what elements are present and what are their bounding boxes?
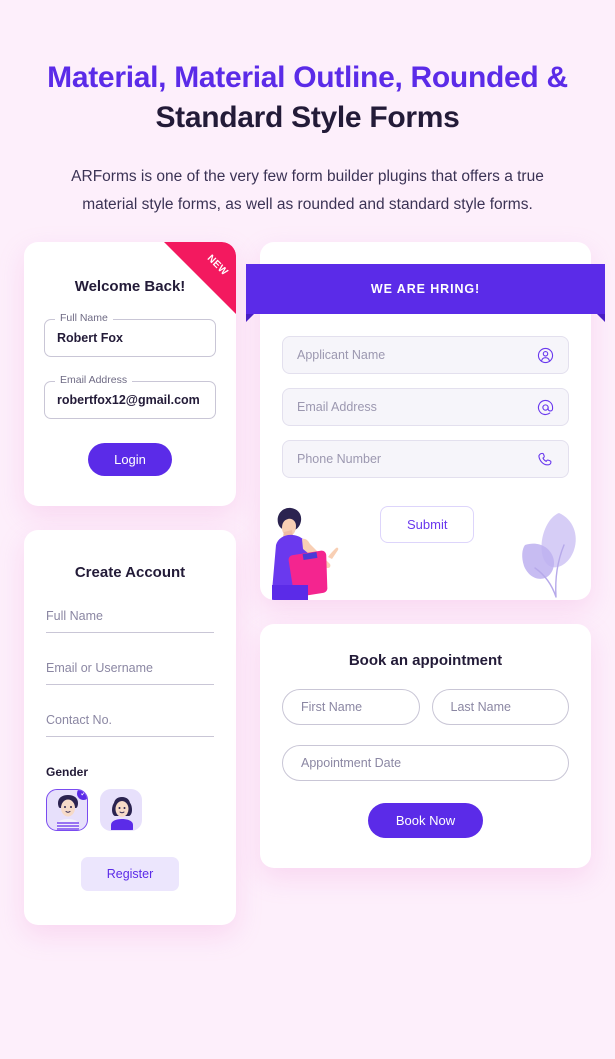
first-name-field[interactable]: First Name [282, 689, 420, 726]
register-fullname-placeholder: Full Name [46, 609, 103, 624]
register-contact-placeholder: Contact No. [46, 713, 113, 728]
applicant-name-field[interactable]: Applicant Name [282, 336, 569, 375]
cards-layout: NEW Welcome Back! Full Name Robert Fox E… [0, 218, 615, 926]
page-header: Material, Material Outline, Rounded & St… [0, 0, 615, 218]
gender-label: Gender [46, 765, 89, 780]
right-column: WE ARE HRING! Applicant Name Email Addre… [246, 242, 605, 869]
at-sign-icon [537, 399, 554, 416]
register-fullname-field[interactable]: Full Name [46, 607, 214, 634]
applicant-email-field[interactable]: Email Address [282, 388, 569, 427]
book-now-button[interactable]: Book Now [367, 803, 484, 839]
gender-options: ✓ [46, 789, 214, 832]
login-email-field[interactable]: Email Address robertfox12@gmail.com [44, 374, 216, 420]
login-fullname-field[interactable]: Full Name Robert Fox [44, 312, 216, 358]
hiring-banner: WE ARE HRING! [246, 264, 605, 323]
page-subtitle: ARForms is one of the very few form buil… [71, 168, 544, 213]
appointment-card: Book an appointment First Name Last Name… [260, 624, 591, 869]
left-column: NEW Welcome Back! Full Name Robert Fox E… [24, 242, 236, 926]
check-icon: ✓ [77, 790, 87, 801]
gender-option-male[interactable]: ✓ [46, 789, 88, 832]
first-name-placeholder: First Name [301, 700, 363, 715]
female-avatar-icon [111, 797, 133, 831]
register-email-field[interactable]: Email or Username [46, 659, 214, 686]
page-title-highlight-1: Material, Material Outline, [47, 61, 403, 94]
applicant-email-placeholder: Email Address [297, 400, 377, 415]
login-fullname-value: Robert Fox [57, 331, 123, 346]
appointment-date-placeholder: Appointment Date [301, 756, 402, 771]
appointment-date-field[interactable]: Appointment Date [282, 745, 569, 782]
login-email-label: Email Address [55, 374, 133, 387]
register-card: Create Account Full Name Email or Userna… [24, 530, 236, 926]
register-button[interactable]: Register [80, 857, 180, 892]
page-title: Material, Material Outline, Rounded & St… [40, 58, 575, 137]
applicant-phone-field[interactable]: Phone Number [282, 440, 569, 479]
hiring-footer: Submit [260, 492, 591, 601]
applicant-phone-placeholder: Phone Number [297, 452, 382, 467]
hiring-banner-label: WE ARE HRING! [370, 282, 481, 297]
hiring-form: Applicant Name Email Address Phone Numbe… [260, 314, 591, 479]
page-title-plain: Standard Style Forms [155, 100, 460, 134]
gender-option-female[interactable] [100, 789, 142, 832]
last-name-placeholder: Last Name [450, 700, 511, 715]
register-card-title: Create Account [74, 564, 186, 582]
register-email-placeholder: Email or Username [46, 661, 153, 676]
submit-button[interactable]: Submit [380, 506, 475, 544]
login-card: NEW Welcome Back! Full Name Robert Fox E… [24, 242, 236, 507]
new-ribbon-label: NEW [205, 253, 231, 279]
phone-icon [537, 451, 554, 468]
leaf-illustration [522, 513, 576, 599]
person-illustration [272, 508, 339, 601]
user-circle-icon [537, 347, 554, 364]
appointment-date-row: Appointment Date [282, 745, 569, 782]
last-name-field[interactable]: Last Name [431, 689, 569, 726]
appointment-card-title: Book an appointment [348, 652, 503, 670]
login-email-value: robertfox12@gmail.com [57, 393, 200, 408]
applicant-name-placeholder: Applicant Name [297, 348, 386, 363]
login-fullname-label: Full Name [55, 312, 113, 325]
hiring-card-top-spacer [260, 242, 591, 264]
login-button[interactable]: Login [88, 443, 172, 477]
register-contact-field[interactable]: Contact No. [46, 711, 214, 738]
login-card-title: Welcome Back! [74, 278, 186, 296]
page-title-highlight-2: Rounded & [410, 61, 569, 94]
appointment-name-row: First Name Last Name [282, 689, 569, 726]
hiring-card: WE ARE HRING! Applicant Name Email Addre… [246, 242, 605, 601]
